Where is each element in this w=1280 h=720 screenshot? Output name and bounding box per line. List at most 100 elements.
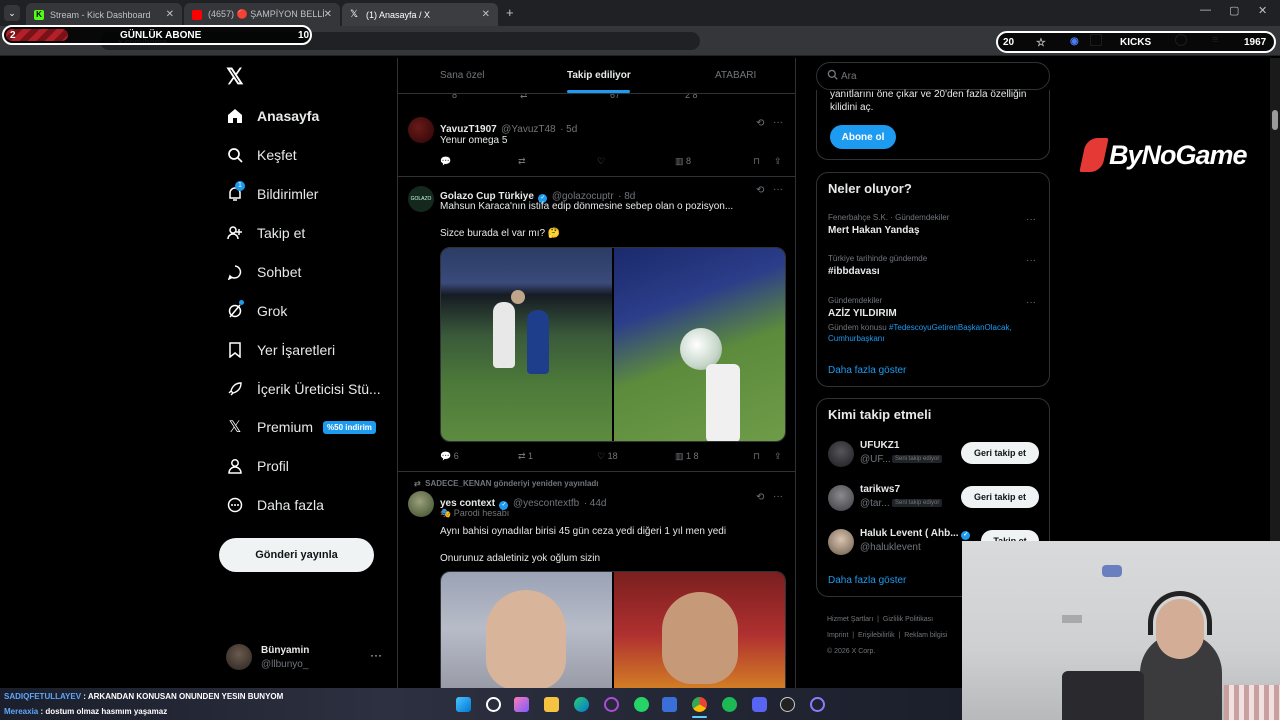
- nav-item-more[interactable]: Daha fazla: [226, 496, 324, 514]
- search-icon[interactable]: [486, 697, 501, 712]
- steam-icon[interactable]: [780, 697, 795, 712]
- nav-item-notifications[interactable]: 1 Bildirimler: [226, 181, 318, 203]
- nav-item-profile[interactable]: Profil: [226, 457, 289, 475]
- x-logo-icon[interactable]: 𝕏: [226, 64, 244, 90]
- edge-icon[interactable]: [574, 697, 589, 712]
- more-icon[interactable]: ···: [1026, 214, 1036, 225]
- nav-item-follow[interactable]: Takip et: [226, 224, 305, 242]
- more-icon[interactable]: ···: [773, 184, 783, 195]
- subscribe-button[interactable]: Abone ol: [830, 125, 896, 149]
- discord-icon[interactable]: [752, 697, 767, 712]
- more-icon[interactable]: ···: [370, 648, 382, 662]
- search-input[interactable]: Ara: [841, 71, 857, 82]
- tab-close-icon[interactable]: ✕: [324, 9, 332, 20]
- repost-label[interactable]: SADECE_KENAN gönderiyi yeniden yayınladı: [425, 479, 598, 488]
- grok-icon[interactable]: ⟲: [756, 492, 764, 503]
- store-icon[interactable]: [662, 697, 677, 712]
- tweet-media[interactable]: [440, 571, 786, 688]
- tab-search-button[interactable]: ⌄: [4, 5, 20, 21]
- nav-item-grok[interactable]: Grok: [226, 300, 287, 320]
- browser-tab[interactable]: K Stream - Kick Dashboard ✕: [26, 3, 182, 26]
- whatsapp-icon[interactable]: [634, 697, 649, 712]
- media-image[interactable]: [441, 248, 612, 441]
- footer-link[interactable]: Reklam bilgisi: [904, 632, 947, 639]
- trend-item[interactable]: Gündemdekiler AZİZ YILDIRIM Gündem konus…: [828, 296, 1042, 344]
- nav-item-creator-studio[interactable]: İçerik Üreticisi Stü...: [226, 380, 381, 398]
- more-icon[interactable]: ···: [773, 117, 783, 128]
- nav-item-explore[interactable]: Keşfet: [226, 146, 297, 164]
- more-icon[interactable]: ···: [773, 491, 783, 502]
- bookmark-icon[interactable]: ⊓: [753, 156, 760, 167]
- retweet-icon[interactable]: ⇄: [518, 156, 526, 167]
- post-button[interactable]: Gönderi yayınla: [219, 538, 374, 572]
- file-explorer-icon[interactable]: [544, 697, 559, 712]
- views-icon[interactable]: ▥ 1 8: [675, 451, 699, 462]
- tweet[interactable]: GOLAZO Golazo Cup Türkiye ✓ @golazocuptr…: [398, 178, 795, 472]
- grok-dot: [239, 300, 244, 305]
- tab-atabari[interactable]: ATABARI: [715, 70, 756, 81]
- follow-suggestion[interactable]: UFUKZ1 @UF... Seni takip ediyor Geri tak…: [828, 439, 1042, 469]
- minimize-icon[interactable]: —: [1200, 4, 1211, 16]
- follow-show-more-link[interactable]: Daha fazla göster: [828, 575, 906, 586]
- tweet-author-handle[interactable]: @yescontextfb: [513, 498, 579, 509]
- reply-icon[interactable]: 💬 6: [440, 451, 459, 462]
- show-more-link[interactable]: Daha fazla göster: [828, 365, 906, 376]
- grok-icon[interactable]: ⟲: [756, 118, 764, 129]
- search-icon: [827, 69, 838, 80]
- tweet-media[interactable]: [440, 247, 786, 442]
- maximize-icon[interactable]: ▢: [1229, 4, 1239, 17]
- media-image[interactable]: [441, 572, 612, 688]
- share-icon[interactable]: ⇪: [774, 451, 782, 462]
- follow-title: Kimi takip etmeli: [828, 407, 932, 422]
- more-icon[interactable]: ···: [1026, 255, 1036, 266]
- trend-item[interactable]: Türkiye tarihinde gündemde #ibbdavası ··…: [828, 254, 1042, 277]
- like-icon[interactable]: ♡: [597, 156, 605, 167]
- widgets-icon[interactable]: [514, 697, 529, 712]
- browser-tab[interactable]: (4657) 🔴 ŞAMPİYON BELLİ OLDU... ✕: [184, 3, 340, 26]
- media-image[interactable]: [614, 248, 785, 441]
- tweet-author-handle[interactable]: @YavuzT48: [501, 124, 555, 135]
- trends-card: Neler oluyor? Fenerbahçe S.K. · Gündemde…: [816, 172, 1050, 387]
- spotify-icon[interactable]: [722, 697, 737, 712]
- tab-close-icon[interactable]: ✕: [166, 9, 174, 20]
- chrome-icon[interactable]: [692, 697, 707, 712]
- follow-back-button[interactable]: Geri takip et: [961, 486, 1039, 508]
- trend-item[interactable]: Fenerbahçe S.K. · Gündemdekiler Mert Hak…: [828, 213, 1042, 236]
- star-icon[interactable]: ☆: [1036, 36, 1046, 49]
- like-icon[interactable]: ♡ 18: [597, 451, 618, 462]
- tab-close-icon[interactable]: ✕: [482, 9, 490, 20]
- media-image[interactable]: [614, 572, 785, 688]
- tweet-time[interactable]: · 44d: [584, 498, 607, 509]
- footer-link[interactable]: Hizmet Şartları: [827, 616, 873, 623]
- views-icon[interactable]: ▥ 8: [675, 156, 691, 167]
- windows-start-icon[interactable]: [456, 697, 471, 712]
- nav-item-premium[interactable]: 𝕏 Premium %50 indirim: [226, 418, 376, 436]
- more-icon[interactable]: ···: [1026, 297, 1036, 308]
- search-box[interactable]: Ara: [816, 62, 1050, 90]
- nav-item-bookmarks[interactable]: Yer İşaretleri: [226, 341, 335, 359]
- nav-item-chat[interactable]: Sohbet: [226, 263, 301, 281]
- footer-link[interactable]: Gizlilik Politikası: [883, 616, 933, 623]
- tweet[interactable]: YavuzT1907 @YavuzT48 · 5d ⟲ ··· Yenur om…: [398, 109, 795, 177]
- reply-icon[interactable]: 💬: [440, 156, 451, 167]
- tweet-time[interactable]: · 5d: [560, 124, 577, 135]
- account-switcher[interactable]: Bünyamin @llbunyo_ ···: [226, 642, 386, 674]
- grok-icon[interactable]: ⟲: [756, 185, 764, 196]
- follow-suggestion[interactable]: tarikws7 @tar... Seni takip ediyor Geri …: [828, 483, 1042, 513]
- bookmark-icon[interactable]: ⊓: [753, 451, 760, 462]
- share-icon[interactable]: ⇪: [774, 156, 782, 167]
- new-tab-button[interactable]: +: [506, 5, 514, 20]
- app-icon[interactable]: [810, 697, 825, 712]
- footer-link[interactable]: Imprint: [827, 632, 848, 639]
- tab-following[interactable]: Takip ediliyor: [567, 70, 631, 81]
- follow-back-button[interactable]: Geri takip et: [961, 442, 1039, 464]
- copilot-icon[interactable]: [604, 697, 619, 712]
- scrollbar-thumb[interactable]: [1272, 110, 1278, 130]
- tweet[interactable]: ⇄ SADECE_KENAN gönderiyi yeniden yayınla…: [398, 473, 795, 688]
- nav-item-home[interactable]: Anasayfa: [226, 107, 319, 125]
- window-close-icon[interactable]: ✕: [1258, 4, 1267, 17]
- footer-link[interactable]: Erişilebilirlik: [858, 632, 895, 639]
- browser-tab-active[interactable]: 𝕏 (1) Anasayfa / X ✕: [342, 3, 498, 26]
- retweet-icon[interactable]: ⇄ 1: [518, 451, 533, 462]
- tab-for-you[interactable]: Sana özel: [440, 70, 484, 81]
